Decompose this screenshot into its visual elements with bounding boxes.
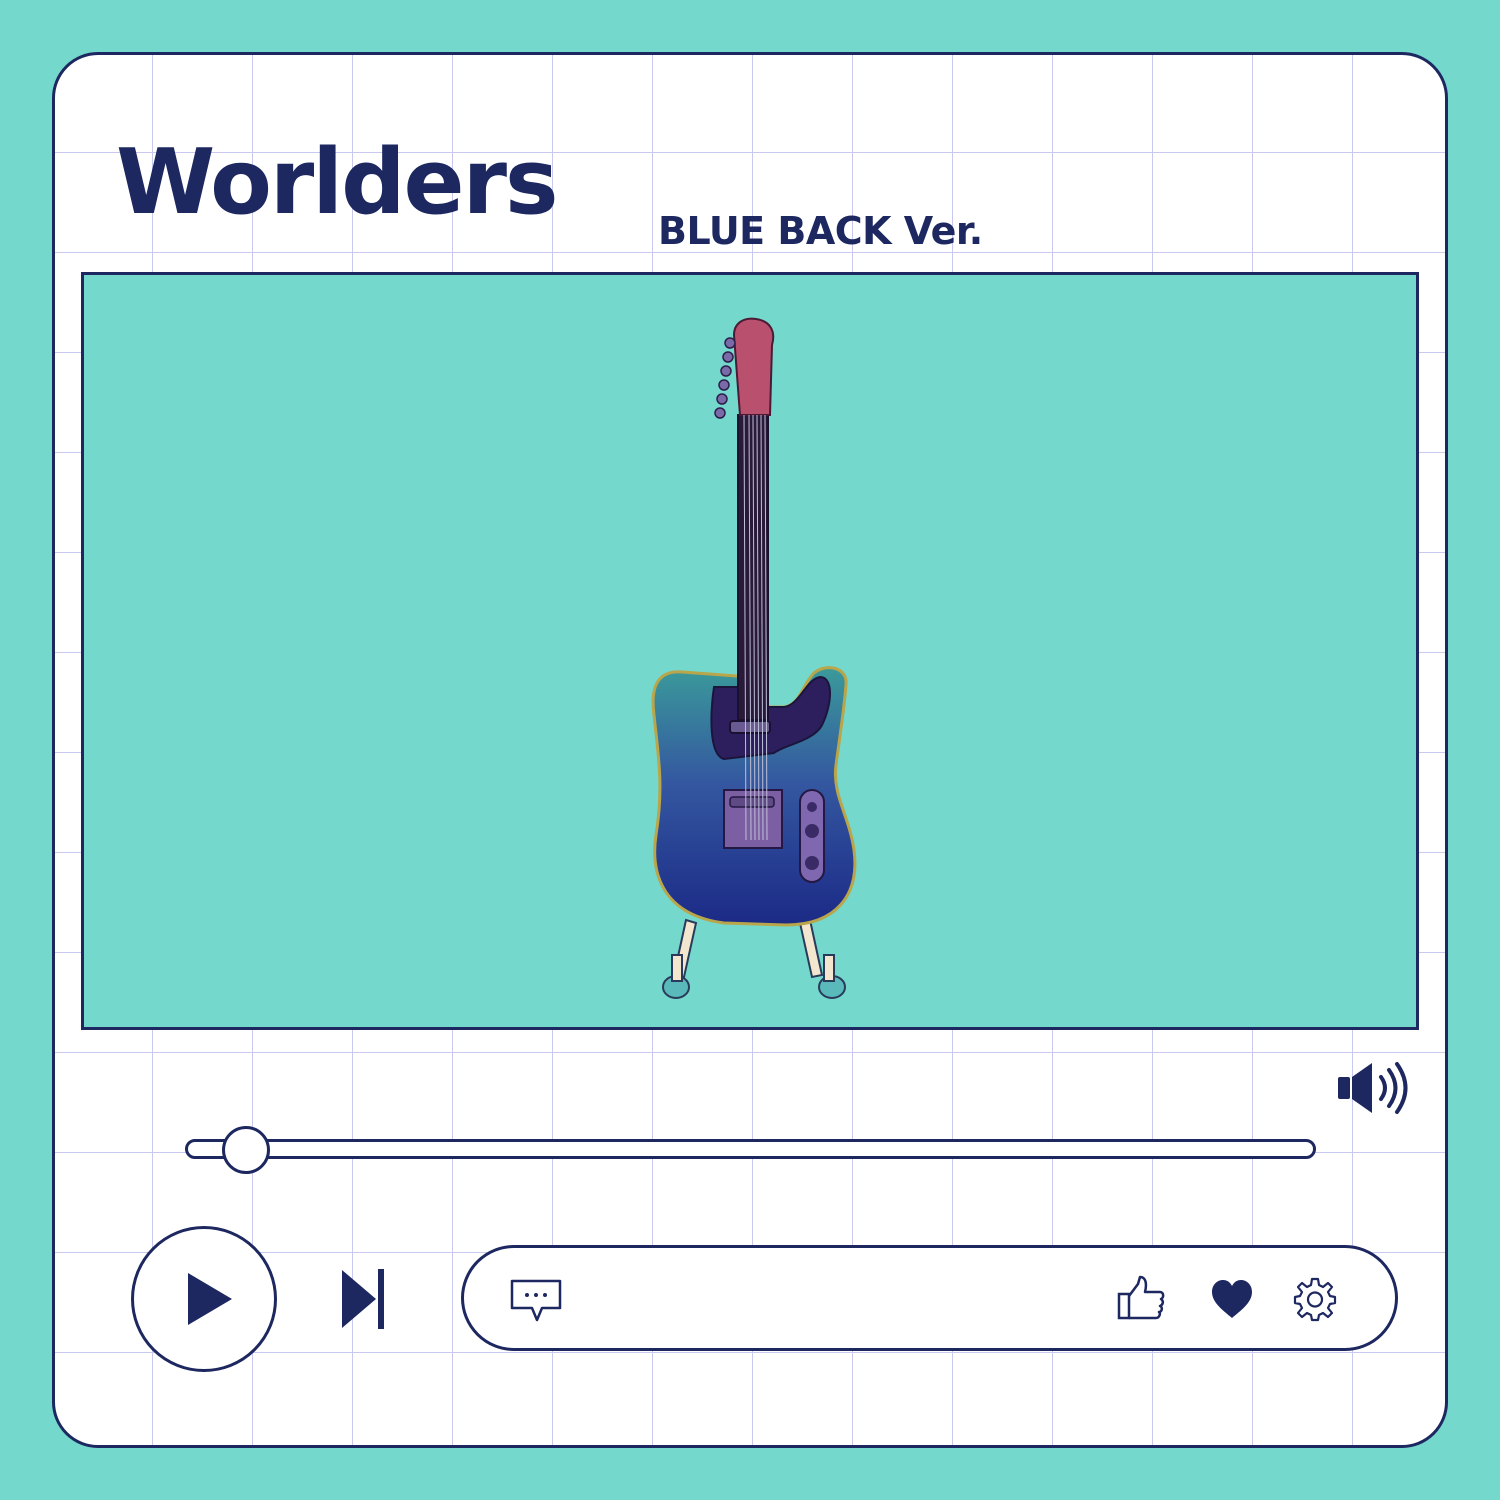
tuning-pegs <box>714 337 736 419</box>
guitar-illustration <box>651 317 857 999</box>
progress-thumb[interactable] <box>222 1126 270 1174</box>
play-button[interactable] <box>131 1226 277 1372</box>
thumbs-up-icon[interactable] <box>1116 1274 1166 1324</box>
comment-bubble-icon[interactable] <box>508 1276 564 1328</box>
speaker-volume-icon[interactable] <box>1336 1060 1408 1116</box>
play-icon <box>188 1273 232 1325</box>
guitar-headstock <box>732 317 775 416</box>
skip-next-icon[interactable] <box>336 1266 388 1332</box>
page-title: Worlders <box>116 130 559 235</box>
heart-icon[interactable] <box>1210 1278 1254 1322</box>
gear-icon[interactable] <box>1292 1276 1338 1322</box>
page-subtitle: BLUE BACK Ver. <box>658 209 983 253</box>
guitar-stand <box>662 918 846 999</box>
action-bar <box>461 1245 1398 1351</box>
video-area[interactable] <box>81 272 1419 1030</box>
progress-track[interactable] <box>185 1139 1316 1159</box>
